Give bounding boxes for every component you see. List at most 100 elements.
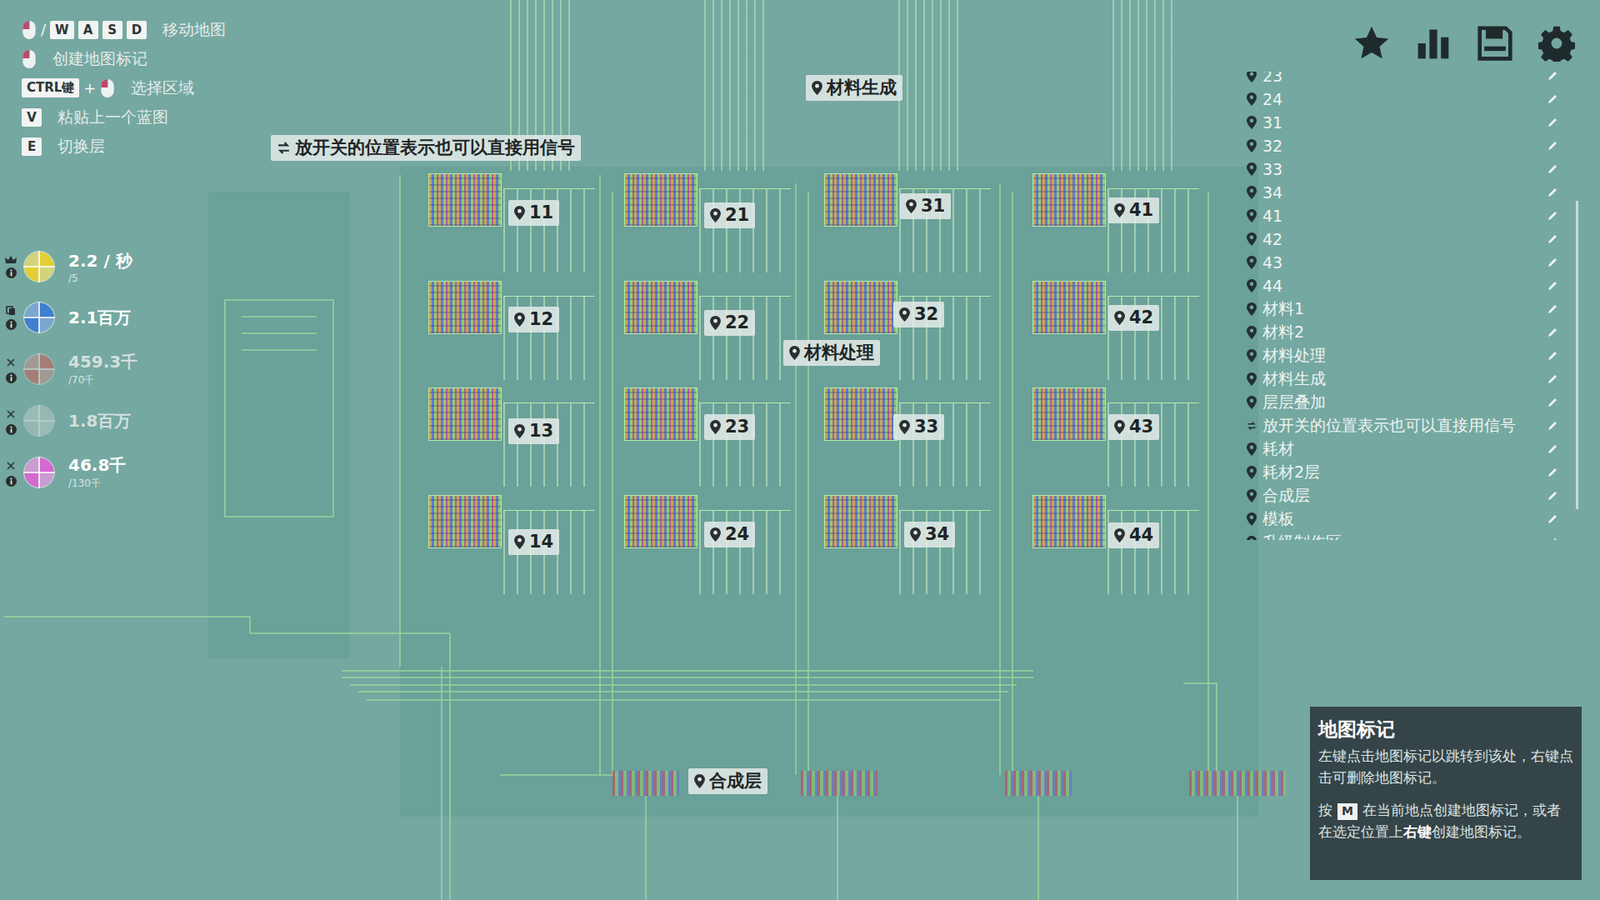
marker-list-item[interactable]: 材料生成 xyxy=(1241,367,1584,391)
info-icon[interactable] xyxy=(5,424,17,435)
factory-module[interactable] xyxy=(824,495,898,549)
map-marker[interactable]: 放开关的位置表示也可以直接用信号 xyxy=(270,135,581,161)
map-marker[interactable]: 合成层 xyxy=(688,768,768,795)
marker-list-item[interactable]: 耗材 xyxy=(1241,437,1584,461)
pencil-icon[interactable] xyxy=(1546,140,1559,152)
marker-list-item[interactable]: 24 xyxy=(1241,87,1584,111)
marker-list-item[interactable]: 层层叠加 xyxy=(1241,390,1584,415)
pencil-icon[interactable] xyxy=(1546,186,1559,199)
marker-list-item[interactable]: 43 xyxy=(1241,250,1584,275)
pencil-icon[interactable] xyxy=(1546,303,1559,315)
map-marker[interactable]: 11 xyxy=(508,200,560,226)
map-marker[interactable]: 22 xyxy=(704,310,755,336)
marker-list-item[interactable]: 放开关的位置表示也可以直接用信号 xyxy=(1241,414,1584,438)
pencil-icon[interactable] xyxy=(1546,396,1559,409)
pencil-icon[interactable] xyxy=(1546,443,1559,455)
map-marker[interactable]: 14 xyxy=(508,529,560,555)
factory-module[interactable] xyxy=(428,280,502,335)
factory-module[interactable] xyxy=(624,387,698,441)
map-marker[interactable]: 34 xyxy=(904,521,955,548)
marker-list-item[interactable]: 44 xyxy=(1241,274,1584,298)
factory-module[interactable] xyxy=(428,173,502,227)
stat-row: ×1.8百万 xyxy=(5,403,226,439)
map-marker[interactable]: 材料生成 xyxy=(805,75,903,101)
factory-module[interactable] xyxy=(624,280,698,335)
factory-module[interactable] xyxy=(1032,495,1106,549)
pencil-icon[interactable] xyxy=(1546,350,1559,362)
factory-module[interactable] xyxy=(1032,387,1106,441)
scrollbar[interactable] xyxy=(1575,200,1579,510)
info-icon[interactable] xyxy=(5,267,17,279)
factory-module[interactable] xyxy=(824,387,898,441)
marker-list-item[interactable]: 42 xyxy=(1241,227,1584,251)
pencil-icon[interactable] xyxy=(1546,373,1559,385)
pencil-icon[interactable] xyxy=(1546,490,1559,502)
merge-node[interactable] xyxy=(1005,770,1072,796)
map-marker[interactable]: 43 xyxy=(1108,414,1160,440)
pencil-icon[interactable] xyxy=(1546,71,1559,82)
map-marker[interactable]: 33 xyxy=(893,414,945,440)
pencil-icon[interactable] xyxy=(1546,280,1559,292)
marker-list-item[interactable]: 升级制作区 xyxy=(1241,530,1584,540)
marker-list-item[interactable]: 材料1 xyxy=(1241,297,1584,321)
pencil-icon[interactable] xyxy=(1546,420,1559,432)
factory-module[interactable] xyxy=(824,280,898,335)
info-icon[interactable] xyxy=(5,372,17,384)
merge-node[interactable] xyxy=(1189,770,1286,796)
remove-button[interactable]: × xyxy=(5,355,16,370)
factory-module[interactable] xyxy=(428,387,502,441)
map-marker[interactable]: 21 xyxy=(704,202,755,229)
marker-list-item[interactable]: 23 xyxy=(1241,71,1584,88)
map-marker[interactable]: 23 xyxy=(704,414,755,440)
merge-node[interactable] xyxy=(612,770,680,796)
pencil-icon[interactable] xyxy=(1546,326,1559,339)
pencil-icon[interactable] xyxy=(1546,163,1559,175)
marker-list-item[interactable]: 41 xyxy=(1241,204,1584,228)
factory-module[interactable] xyxy=(624,173,698,227)
factory-module[interactable] xyxy=(824,173,898,227)
map-marker[interactable]: 24 xyxy=(704,521,755,548)
pencil-icon[interactable] xyxy=(1546,513,1559,525)
pencil-icon[interactable] xyxy=(1546,466,1559,479)
info-icon[interactable] xyxy=(5,319,17,330)
map-marker[interactable]: 42 xyxy=(1108,305,1160,331)
map-marker[interactable]: 材料处理 xyxy=(783,340,880,366)
pencil-icon[interactable] xyxy=(1546,256,1559,269)
map-marker[interactable]: 32 xyxy=(893,301,945,328)
factory-module[interactable] xyxy=(1032,173,1106,227)
control-row: V粘贴上一个蓝图 xyxy=(21,105,226,129)
gear-icon[interactable] xyxy=(1538,25,1575,62)
pencil-icon[interactable] xyxy=(1546,93,1559,105)
merge-node[interactable] xyxy=(800,770,878,796)
marker-list-item[interactable]: 模板 xyxy=(1241,507,1584,531)
marker-list-item[interactable]: 材料2 xyxy=(1241,320,1584,345)
control-row: E切换层 xyxy=(21,135,226,158)
map-marker[interactable]: 12 xyxy=(508,306,560,333)
stat-value: 46.8千 xyxy=(68,454,126,477)
map-marker[interactable]: 41 xyxy=(1108,197,1160,224)
marker-list-item[interactable]: 合成层 xyxy=(1241,484,1584,508)
factory-module[interactable] xyxy=(1032,280,1106,335)
marker-list-item[interactable]: 33 xyxy=(1241,157,1584,181)
pin-icon xyxy=(905,199,917,214)
remove-button[interactable]: × xyxy=(5,407,16,421)
pencil-icon[interactable] xyxy=(1546,536,1559,540)
info-icon[interactable] xyxy=(5,475,17,487)
marker-list-item[interactable]: 材料处理 xyxy=(1241,344,1584,368)
map-marker[interactable]: 13 xyxy=(508,418,560,445)
pencil-icon[interactable] xyxy=(1546,116,1559,129)
marker-list-item[interactable]: 34 xyxy=(1241,180,1584,205)
marker-list-item[interactable]: 耗材2层 xyxy=(1241,460,1584,485)
pencil-icon[interactable] xyxy=(1546,210,1559,222)
factory-module[interactable] xyxy=(428,495,502,549)
remove-button[interactable]: × xyxy=(5,459,16,473)
map-marker[interactable]: 31 xyxy=(900,193,951,220)
pencil-icon[interactable] xyxy=(1546,233,1559,245)
factory-module[interactable] xyxy=(624,495,698,549)
star-icon[interactable] xyxy=(1353,25,1390,62)
map-marker[interactable]: 44 xyxy=(1108,522,1160,549)
marker-list-item[interactable]: 32 xyxy=(1241,134,1584,158)
statistics-icon[interactable] xyxy=(1415,25,1452,62)
save-icon[interactable] xyxy=(1476,25,1514,62)
marker-list-item[interactable]: 31 xyxy=(1241,110,1584,135)
